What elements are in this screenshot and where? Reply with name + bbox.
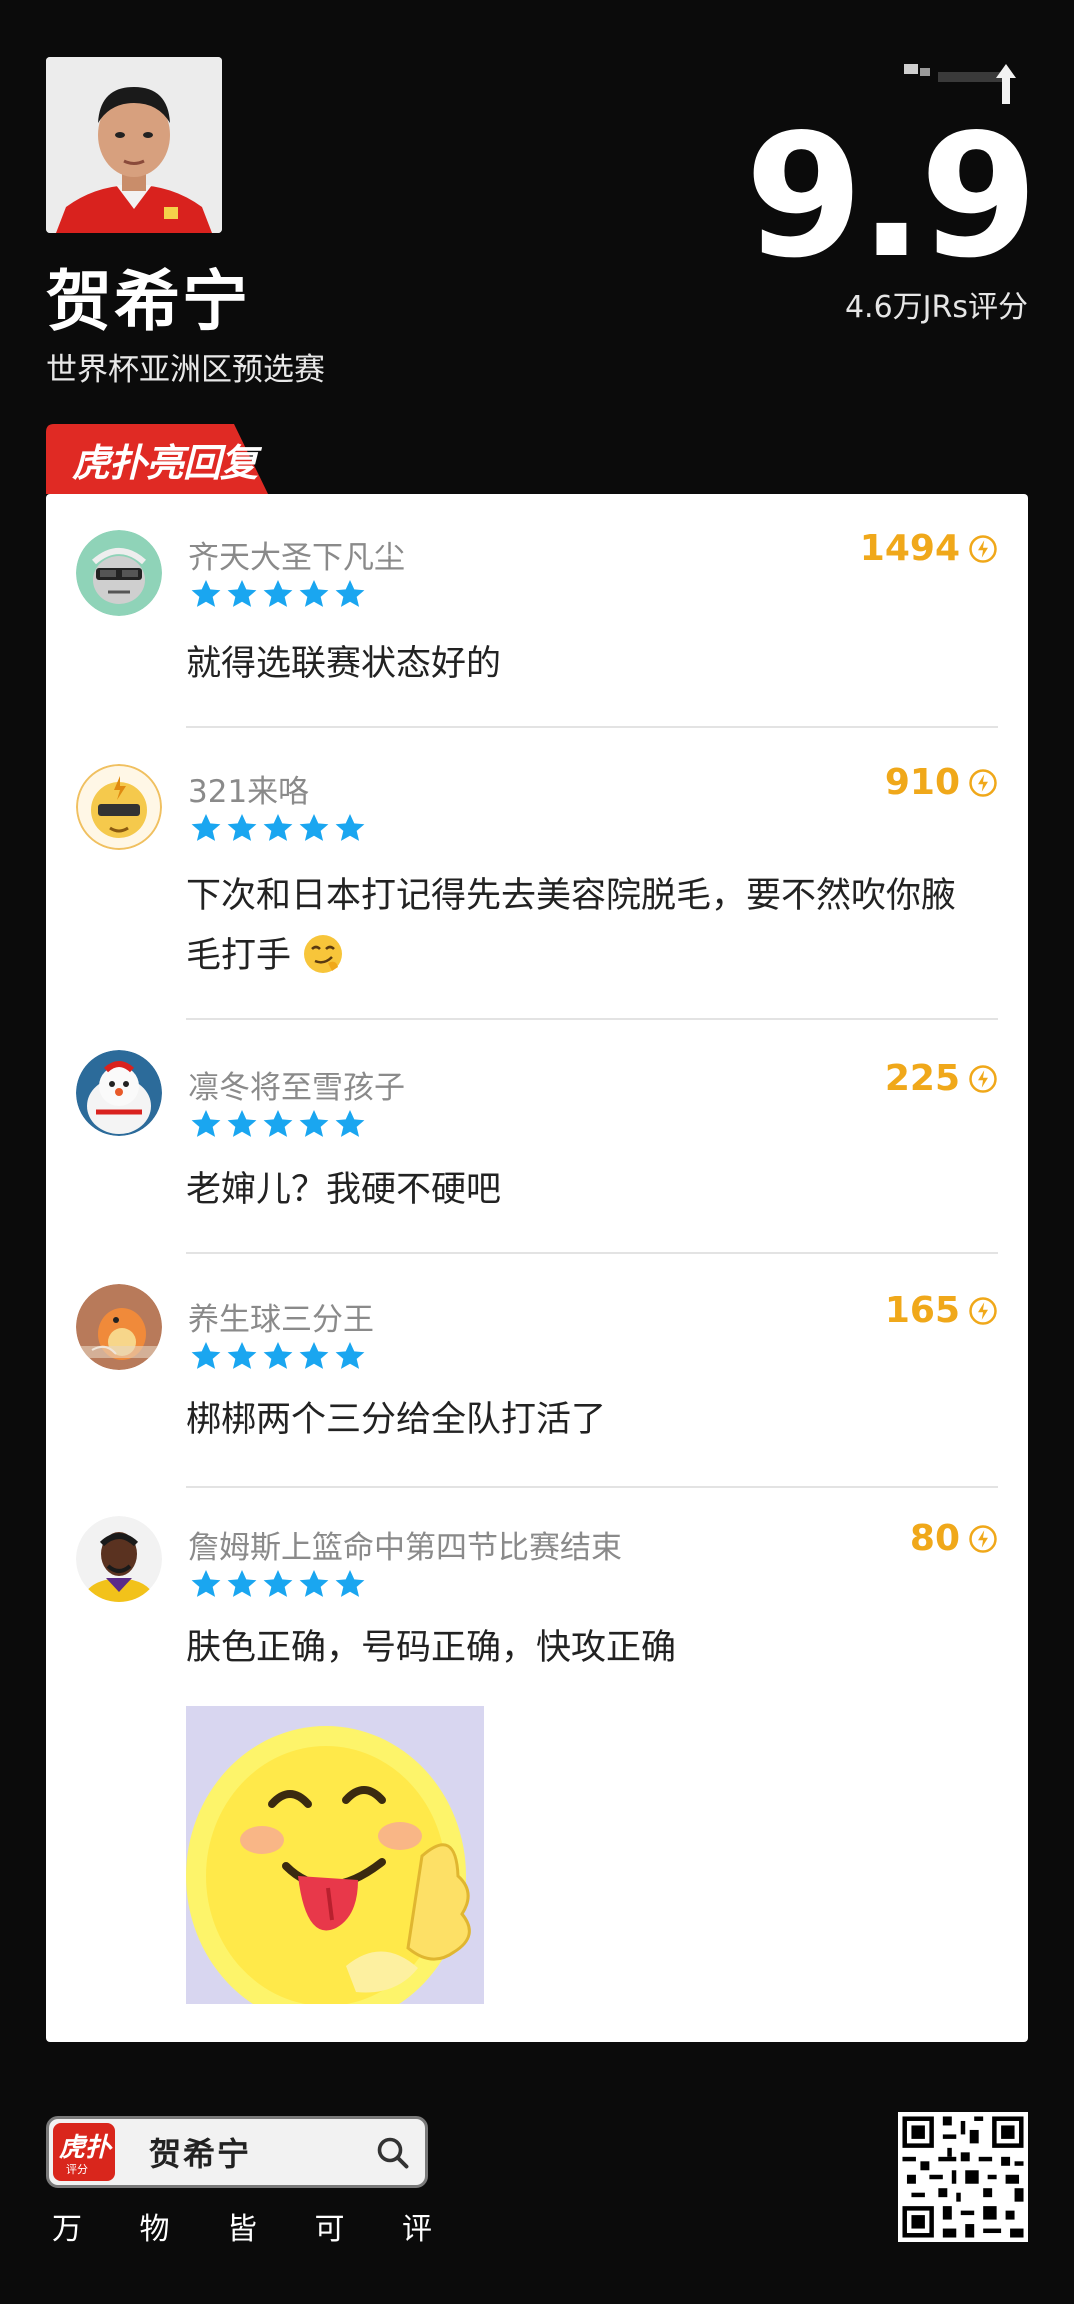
comment-username[interactable]: 凛冬将至雪孩子	[188, 1062, 405, 1107]
slogan-char: 万	[52, 2212, 82, 2247]
star-icon	[335, 814, 365, 841]
divider	[186, 726, 998, 728]
qr-code-icon[interactable]	[898, 2112, 1028, 2242]
star-icon	[299, 1110, 329, 1137]
search-bar[interactable]: 虎扑 评分 贺希宁	[46, 2116, 428, 2188]
slogan-char: 物	[139, 2212, 170, 2247]
like-count[interactable]: 225	[885, 1058, 998, 1099]
user-avatar[interactable]	[76, 530, 162, 616]
lightbulb-icon	[969, 1296, 997, 1325]
slogan-char: 皆	[227, 2212, 257, 2247]
star-icon	[227, 1342, 257, 1369]
like-count-value: 910	[884, 762, 960, 803]
user-avatar[interactable]	[76, 1050, 162, 1136]
player-avatar	[46, 57, 222, 233]
highlight-badge-label: 虎扑亮回复	[72, 441, 258, 485]
lightbulb-icon	[969, 1064, 997, 1093]
star-icon	[191, 580, 221, 607]
star-icon	[335, 1570, 365, 1597]
comment-text: 下次和日本打记得先去美容院脱毛，要不然吹你腋毛打手	[186, 866, 988, 986]
user-avatar[interactable]	[76, 1284, 162, 1370]
lightbulb-icon	[969, 534, 997, 563]
slogan: 万 物 皆 可 评	[52, 2204, 432, 2248]
star-icon	[335, 1110, 365, 1137]
comment-text: 梆梆两个三分给全队打活了	[186, 1400, 607, 1440]
star-icon	[335, 1342, 365, 1369]
star-icon	[263, 580, 293, 607]
like-count-value: 80	[909, 1518, 960, 1559]
star-icon	[191, 1570, 221, 1597]
star-icon	[191, 1110, 221, 1137]
star-icon	[263, 814, 293, 841]
search-query[interactable]: 贺希宁	[149, 2129, 251, 2175]
rating-score: 9.9	[744, 98, 1038, 296]
divider	[186, 1018, 998, 1020]
hupu-app-icon[interactable]: 虎扑 评分	[53, 2123, 115, 2181]
smirk-emoji-icon	[304, 935, 343, 973]
comment-card: 齐天大圣下凡尘 1494 就得选联赛状态好的 321来咯 910 下次和日本打记…	[46, 494, 1028, 2042]
divider	[186, 1486, 998, 1488]
lightbulb-icon	[969, 768, 997, 797]
player-name: 贺希宁	[46, 263, 250, 340]
app-icon-label: 虎扑	[59, 2133, 112, 2163]
slogan-char: 可	[314, 2212, 345, 2247]
like-count[interactable]: 1494	[860, 528, 998, 569]
thumbs-up-sticker-image[interactable]	[186, 1706, 484, 2004]
star-icon	[227, 1110, 257, 1137]
lightbulb-icon	[969, 1524, 997, 1553]
like-count-value: 165	[884, 1290, 960, 1331]
rating-count: 4.6万JRs评分	[844, 290, 1028, 325]
user-avatar[interactable]	[76, 764, 162, 850]
star-icon	[227, 580, 257, 607]
star-icon	[227, 1570, 257, 1597]
comment-text: 就得选联赛状态好的	[186, 644, 502, 684]
slogan-char: 评	[402, 2212, 432, 2247]
star-icon	[299, 1570, 329, 1597]
like-count[interactable]: 910	[885, 762, 998, 803]
star-icon	[263, 1342, 293, 1369]
star-icon	[191, 814, 221, 841]
star-icon	[335, 580, 365, 607]
star-icon	[263, 1110, 293, 1137]
comment-username[interactable]: 养生球三分王	[188, 1294, 374, 1339]
comment-username[interactable]: 321来咯	[188, 766, 309, 811]
star-icon	[299, 814, 329, 841]
star-icon	[227, 814, 257, 841]
divider	[186, 1252, 998, 1254]
comment-username[interactable]: 齐天大圣下凡尘	[188, 532, 405, 577]
user-avatar[interactable]	[76, 1516, 162, 1602]
like-count-value: 225	[884, 1058, 960, 1099]
star-icon	[191, 1342, 221, 1369]
event-name: 世界杯亚洲区预选赛	[46, 352, 325, 388]
like-count[interactable]: 80	[910, 1518, 998, 1559]
star-icon	[299, 580, 329, 607]
comment-username[interactable]: 詹姆斯上篮命中第四节比赛结束	[188, 1522, 622, 1567]
like-count[interactable]: 165	[885, 1290, 998, 1331]
comment-text: 老婶儿？我硬不硬吧	[186, 1170, 502, 1210]
star-rating	[190, 1568, 366, 1600]
star-rating	[190, 1340, 366, 1372]
comment-text: 肤色正确，号码正确，快攻正确	[186, 1628, 677, 1668]
star-rating	[190, 1108, 366, 1140]
like-count-value: 1494	[859, 528, 960, 569]
app-icon-sublabel: 评分	[66, 2163, 88, 2176]
star-icon	[263, 1570, 293, 1597]
star-rating	[190, 578, 366, 610]
star-rating	[190, 812, 366, 844]
search-icon[interactable]	[375, 2135, 411, 2171]
star-icon	[299, 1342, 329, 1369]
